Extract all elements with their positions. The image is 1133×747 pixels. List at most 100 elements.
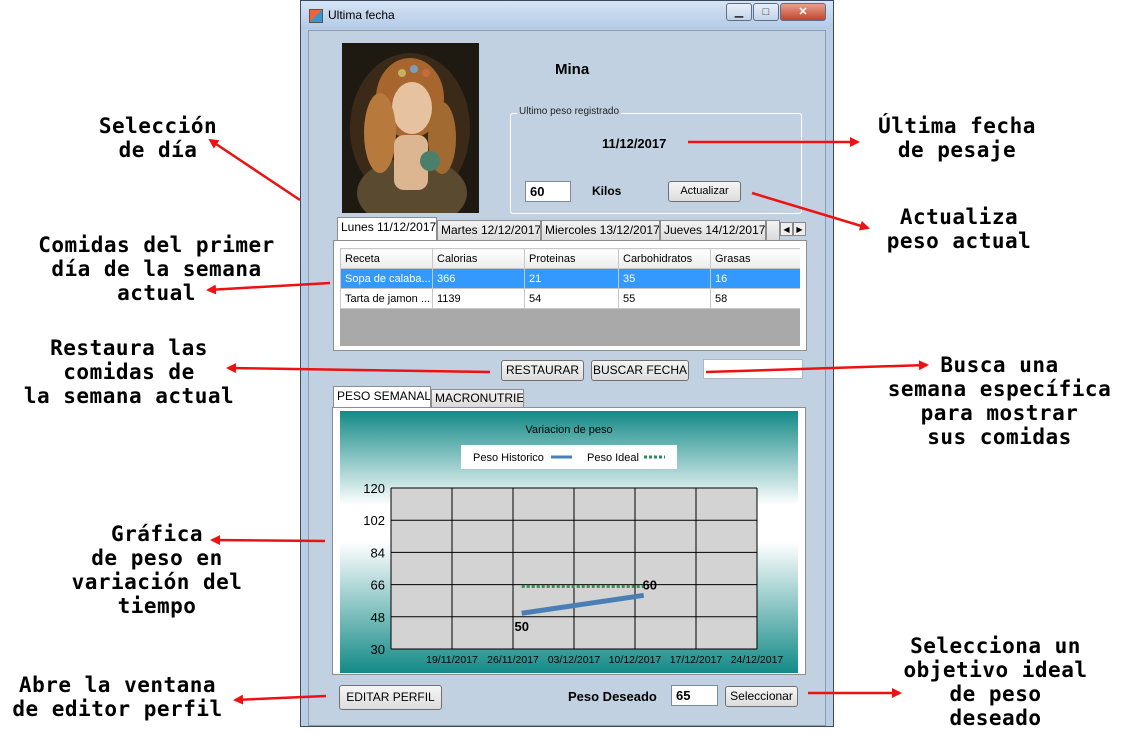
last-weight-group-label: Ultimo peso registrado	[517, 106, 622, 117]
annotation-line: deseado	[949, 706, 1042, 730]
chart-tab-page: Variacion de peso Peso Historico Peso Id…	[332, 407, 806, 675]
annotation-chart: Gráfica de peso en variación del tiempo	[62, 522, 252, 618]
annotation-line: la semana actual	[23, 384, 235, 408]
annotation-update-weight: Actualiza peso actual	[868, 205, 1050, 253]
tab-peso-semanal[interactable]: PESO SEMANAL	[333, 386, 431, 407]
chart-area: Variacion de peso Peso Historico Peso Id…	[340, 411, 798, 673]
table-cell[interactable]: 55	[618, 288, 711, 309]
weight-chart: Variacion de peso Peso Historico Peso Id…	[363, 424, 784, 666]
table-row[interactable]: Sopa de calaba... 366 21 35 16	[340, 268, 800, 289]
annotation-line: semana específica	[887, 377, 1112, 401]
meals-header-row: Receta Calorias Proteinas Carbohidratos …	[340, 248, 800, 269]
target-weight-input[interactable]: 65	[671, 685, 718, 706]
annotation-target: Selecciona un objetivo ideal de peso des…	[893, 634, 1098, 730]
annotation-line: Actualiza	[899, 205, 1019, 229]
search-date-button[interactable]: BUSCAR FECHA	[591, 360, 689, 381]
tab-day-1[interactable]: Martes 12/12/2017	[437, 220, 541, 240]
client-area: Mina Ultimo peso registrado 11/12/2017 6…	[308, 30, 826, 726]
y-tick-label: 120	[363, 481, 385, 496]
x-tick-label: 17/12/2017	[670, 654, 723, 666]
col-header[interactable]: Carbohidratos	[618, 248, 711, 269]
annotation-first-day-meals: Comidas del primer día de la semana actu…	[14, 233, 299, 305]
data-label: 60	[642, 577, 656, 592]
update-weight-button[interactable]: Actualizar	[668, 181, 741, 202]
profile-picture	[342, 43, 479, 213]
x-tick-label: 24/12/2017	[731, 654, 784, 666]
tab-day-4-partial[interactable]	[766, 220, 780, 240]
annotation-search-week: Busca una semana específica para mostrar…	[866, 353, 1133, 449]
annotation-line: Busca una	[940, 353, 1059, 377]
title-bar[interactable]: Ultima fecha ▁ □ ✕	[301, 1, 833, 29]
day-tab-control: Lunes 11/12/2017 Martes 12/12/2017 Mierc…	[332, 217, 810, 352]
legend-label: Peso Ideal	[587, 452, 639, 464]
minimize-button[interactable]: ▁	[726, 3, 752, 21]
close-button[interactable]: ✕	[780, 3, 826, 21]
table-cell[interactable]: Sopa de calaba...	[340, 268, 433, 289]
y-tick-label: 30	[371, 642, 385, 657]
annotation-line: peso actual	[886, 229, 1032, 253]
x-tick-label: 26/11/2017	[487, 654, 539, 666]
tab-day-2[interactable]: Miercoles 13/12/2017	[541, 220, 660, 240]
chart-legend: Peso Historico Peso Ideal	[461, 445, 677, 469]
legend-label: Peso Historico	[473, 452, 544, 464]
select-target-button[interactable]: Seleccionar	[725, 686, 798, 707]
tab-day-3[interactable]: Jueves 14/12/2017	[660, 220, 766, 240]
restore-button[interactable]: RESTAURAR	[501, 360, 584, 381]
table-cell[interactable]: 366	[432, 268, 525, 289]
search-date-input[interactable]	[703, 359, 803, 379]
col-header[interactable]: Proteinas	[524, 248, 619, 269]
app-icon	[309, 9, 323, 23]
maximize-button[interactable]: □	[753, 3, 779, 21]
tab-scroll-left-icon[interactable]: ◀	[780, 222, 793, 236]
table-cell[interactable]: 54	[524, 288, 619, 309]
annotation-line: de peso en	[91, 546, 223, 570]
annotation-line: Selección	[98, 114, 218, 138]
col-header[interactable]: Receta	[340, 248, 433, 269]
x-tick-label: 03/12/2017	[548, 654, 601, 666]
tab-scroll-right-icon[interactable]: ▶	[793, 222, 806, 236]
annotation-line: objetivo ideal	[903, 658, 1088, 682]
annotation-line: para mostrar	[920, 401, 1079, 425]
user-name: Mina	[555, 61, 590, 78]
table-cell[interactable]: 35	[618, 268, 711, 289]
window-title: Ultima fecha	[328, 8, 395, 22]
annotation-line: día de la semana	[51, 257, 262, 281]
target-weight-label: Peso Deseado	[568, 689, 657, 704]
y-tick-label: 84	[371, 545, 385, 560]
annotation-line: actual	[117, 281, 196, 305]
weight-unit-label: Kilos	[592, 184, 622, 198]
annotation-line: Selecciona un	[910, 634, 1081, 658]
annotation-line: de peso	[949, 682, 1042, 706]
chart-title: Variacion de peso	[525, 424, 612, 436]
meals-grid[interactable]: Receta Calorias Proteinas Carbohidratos …	[340, 248, 800, 346]
tab-macronutrientes[interactable]: MACRONUTRIENT	[431, 389, 524, 407]
annotation-line: tiempo	[117, 594, 197, 618]
col-header[interactable]: Grasas	[710, 248, 800, 269]
table-cell[interactable]: 16	[710, 268, 800, 289]
table-cell[interactable]: 58	[710, 288, 800, 309]
annotation-line: de pesaje	[897, 138, 1017, 162]
annotation-line: sus comidas	[927, 425, 1072, 449]
app-window: Ultima fecha ▁ □ ✕ Mina Ultimo peso regi…	[300, 0, 834, 727]
table-cell[interactable]: Tarta de jamon ...	[340, 288, 433, 309]
table-cell[interactable]: 1139	[432, 288, 525, 309]
table-row[interactable]: Tarta de jamon ... 1139 54 55 58	[340, 288, 800, 309]
table-cell[interactable]: 21	[524, 268, 619, 289]
x-tick-label: 10/12/2017	[609, 654, 662, 666]
data-label: 50	[514, 619, 528, 634]
x-tick-label: 19/11/2017	[426, 654, 478, 666]
y-tick-label: 102	[363, 513, 385, 528]
col-header[interactable]: Calorias	[432, 248, 525, 269]
annotation-last-date: Última fecha de pesaje	[858, 114, 1056, 162]
annotation-line: Abre la ventana	[18, 673, 217, 697]
y-tick-label: 48	[371, 610, 385, 625]
annotation-line: Última fecha	[878, 114, 1036, 138]
edit-profile-button[interactable]: EDITAR PERFIL	[339, 685, 442, 710]
annotation-line: Restaura las	[50, 336, 208, 360]
weight-input[interactable]: 60	[525, 181, 571, 202]
annotation-line: de editor perfil	[12, 697, 223, 721]
annotation-line: de día	[118, 138, 198, 162]
tab-day-0[interactable]: Lunes 11/12/2017	[337, 217, 437, 240]
day-tab-page: Receta Calorias Proteinas Carbohidratos …	[333, 240, 807, 351]
y-tick-label: 66	[371, 578, 385, 593]
